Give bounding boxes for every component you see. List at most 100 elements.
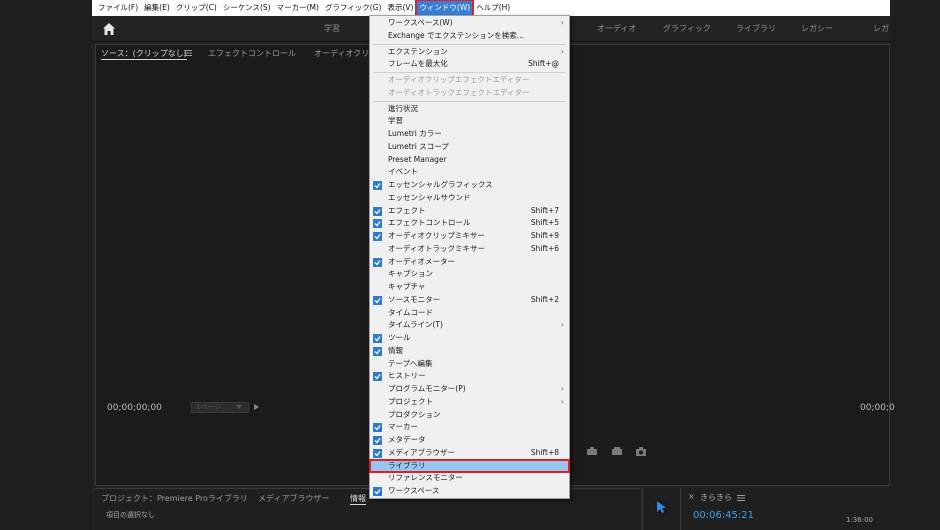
checkmark-icon xyxy=(373,181,382,190)
menu-item-label: オーディオクリップミキサー xyxy=(388,231,485,240)
menu-item[interactable]: キャプチャ xyxy=(370,281,569,294)
workspace-tab-libraries[interactable]: ライブラリ xyxy=(736,23,776,34)
menu-marker[interactable]: マーカー(M) xyxy=(274,0,322,16)
tab-project[interactable]: プロジェクト：Premiere Proライブラリ xyxy=(101,493,248,504)
menu-separator xyxy=(373,72,566,73)
menu-item[interactable]: プロダクション xyxy=(370,409,569,422)
menu-item-label: Lumetri カラー xyxy=(388,129,442,138)
close-icon[interactable]: × xyxy=(688,492,695,501)
menu-item[interactable]: ワークスペース(W) › xyxy=(370,17,569,30)
camera-icon[interactable] xyxy=(635,447,647,456)
tab-effect-controls[interactable]: エフェクトコントロール xyxy=(208,48,296,59)
menu-separator xyxy=(373,43,566,45)
tab-media-browser[interactable]: メディアブラウザー xyxy=(258,493,329,504)
menu-item[interactable]: ライブラリ xyxy=(369,458,570,474)
menu-item-label: ライブラリ xyxy=(388,460,426,470)
menu-item[interactable]: エッセンシャルグラフィックス xyxy=(370,179,569,192)
menu-item[interactable]: オーディオクリップミキサー Shift+9 xyxy=(370,230,569,243)
menu-item-label: タイムコード xyxy=(388,307,433,317)
menu-item[interactable]: 情報 xyxy=(370,345,569,358)
menu-item-label: イベント xyxy=(388,167,418,177)
menu-item[interactable]: メタデータ xyxy=(370,434,569,447)
workspace-tab-graphics[interactable]: グラフィック xyxy=(663,23,711,34)
selection-tool-icon[interactable] xyxy=(654,500,668,514)
checkmark-icon xyxy=(373,232,382,241)
checkmark-icon xyxy=(373,487,382,496)
tab-info[interactable]: 情報 xyxy=(350,493,366,505)
chevron-right-icon: › xyxy=(560,46,564,56)
premiere-pro-window: ファイル(F) 編集(E) クリップ(C) シーケンス(S) マーカー(M) グ… xyxy=(0,0,940,530)
menu-graphics[interactable]: グラフィック(G) xyxy=(322,0,385,16)
menu-item[interactable]: タイムコード xyxy=(370,307,569,320)
menu-item-label: Exchange でエクステンションを検索... xyxy=(388,30,524,40)
panel-menu-icon[interactable] xyxy=(184,49,192,57)
menu-item-label: エクステンション xyxy=(388,46,448,56)
menu-edit[interactable]: 編集(E) xyxy=(141,0,173,16)
menu-item[interactable]: リファレンスモニター xyxy=(370,472,569,485)
menu-item[interactable]: フレームを最大化 Shift+@ xyxy=(370,58,569,71)
workspace-tab-legacy[interactable]: レガシー xyxy=(801,23,833,34)
menu-clip[interactable]: クリップ(C) xyxy=(173,0,220,16)
sequence-tab[interactable]: きらきら xyxy=(700,492,732,503)
menu-item-label: オーディオトラックエフェクトエディター xyxy=(388,87,530,97)
tab-audio-clip[interactable]: オーディオクリ xyxy=(314,48,369,59)
menu-item[interactable]: メディアブラウザー Shift+8 xyxy=(370,447,569,460)
menu-item-label: エフェクトコントロール xyxy=(388,218,471,228)
workspace-tab-audio[interactable]: オーディオ xyxy=(597,23,636,34)
menu-item[interactable]: エッセンシャルサウンド xyxy=(370,192,569,205)
menu-item[interactable]: Lumetri スコープ xyxy=(370,141,569,154)
ruler-time-label: 1:36:00 xyxy=(846,516,873,524)
menu-item[interactable]: プログラムモニター(P) › xyxy=(370,383,569,396)
selection-status: 項目の選択なし xyxy=(106,511,155,519)
menu-item-label: エフェクト xyxy=(388,205,426,215)
source-timecode[interactable]: 00;00;00;00 xyxy=(107,403,162,413)
menu-item-label: テープへ編集 xyxy=(388,358,433,368)
menu-item[interactable]: プロジェクト › xyxy=(370,396,569,409)
menu-item[interactable]: Lumetri カラー xyxy=(370,128,569,141)
workspace-tab-learning[interactable]: 学習 xyxy=(324,23,340,34)
menu-item[interactable]: タイムライン(T) › xyxy=(370,319,569,332)
menu-item[interactable]: エフェクトコントロール Shift+5 xyxy=(370,217,569,230)
menu-item[interactable]: Preset Manager xyxy=(370,154,569,167)
menu-help[interactable]: ヘルプ(H) xyxy=(473,0,513,16)
chevron-right-icon: › xyxy=(560,384,564,393)
menu-view[interactable]: 表示(V) xyxy=(384,0,416,16)
menu-item[interactable]: ツール xyxy=(370,332,569,345)
menu-item[interactable]: ワークスペース xyxy=(370,485,569,498)
menu-item[interactable]: エフェクト Shift+7 xyxy=(370,205,569,218)
insert-icon[interactable] xyxy=(586,447,598,456)
menu-item-label: ワークスペース(W) xyxy=(388,18,453,27)
menu-item-label: プロダクション xyxy=(388,409,441,419)
menu-item[interactable]: イベント xyxy=(370,166,569,179)
tab-source[interactable]: ソース：(クリップなし) xyxy=(101,48,187,60)
menu-item-label: キャプチャ xyxy=(388,282,426,291)
menu-item[interactable]: オーディオトラックミキサー Shift+6 xyxy=(370,243,569,256)
menu-item-label: マーカー xyxy=(388,422,418,432)
home-icon[interactable] xyxy=(102,22,116,36)
menu-item[interactable]: キャプション xyxy=(370,268,569,281)
overwrite-icon[interactable] xyxy=(611,447,623,456)
menu-item[interactable]: オーディオメーター xyxy=(370,256,569,269)
menu-window[interactable]: ウィンドウ(W) xyxy=(415,0,475,17)
menu-item-label: 進行状況 xyxy=(388,103,418,113)
menu-item[interactable]: ヒストリー xyxy=(370,370,569,383)
menu-item[interactable]: マーカー xyxy=(370,421,569,434)
menu-file[interactable]: ファイル(F) xyxy=(95,0,141,16)
playhead-timecode[interactable]: 00:06:45:21 xyxy=(693,510,754,521)
menu-item-shortcut: Shift+9 xyxy=(530,231,559,240)
menu-item-shortcut: Shift+8 xyxy=(530,447,559,457)
chevron-down-icon xyxy=(236,405,242,409)
menu-item[interactable]: Exchange でエクステンションを検索... xyxy=(370,30,569,43)
menu-item[interactable]: テープへ編集 xyxy=(370,358,569,371)
menu-item[interactable]: 学習 xyxy=(370,115,569,128)
menu-item[interactable]: エクステンション › xyxy=(370,46,569,59)
menu-sequence[interactable]: シーケンス(S) xyxy=(220,0,274,16)
checkmark-icon xyxy=(373,295,382,305)
checkmark-icon xyxy=(373,372,382,382)
checkmark-icon xyxy=(373,448,382,458)
menu-item[interactable]: ソースモニター Shift+2 xyxy=(370,294,569,307)
timeline-menu-icon[interactable] xyxy=(737,494,745,502)
workspace-tab-legacy-2[interactable]: レガ xyxy=(873,23,889,34)
menu-item[interactable]: 進行状況 xyxy=(370,103,569,116)
menu-item-shortcut: Shift+6 xyxy=(530,243,559,253)
